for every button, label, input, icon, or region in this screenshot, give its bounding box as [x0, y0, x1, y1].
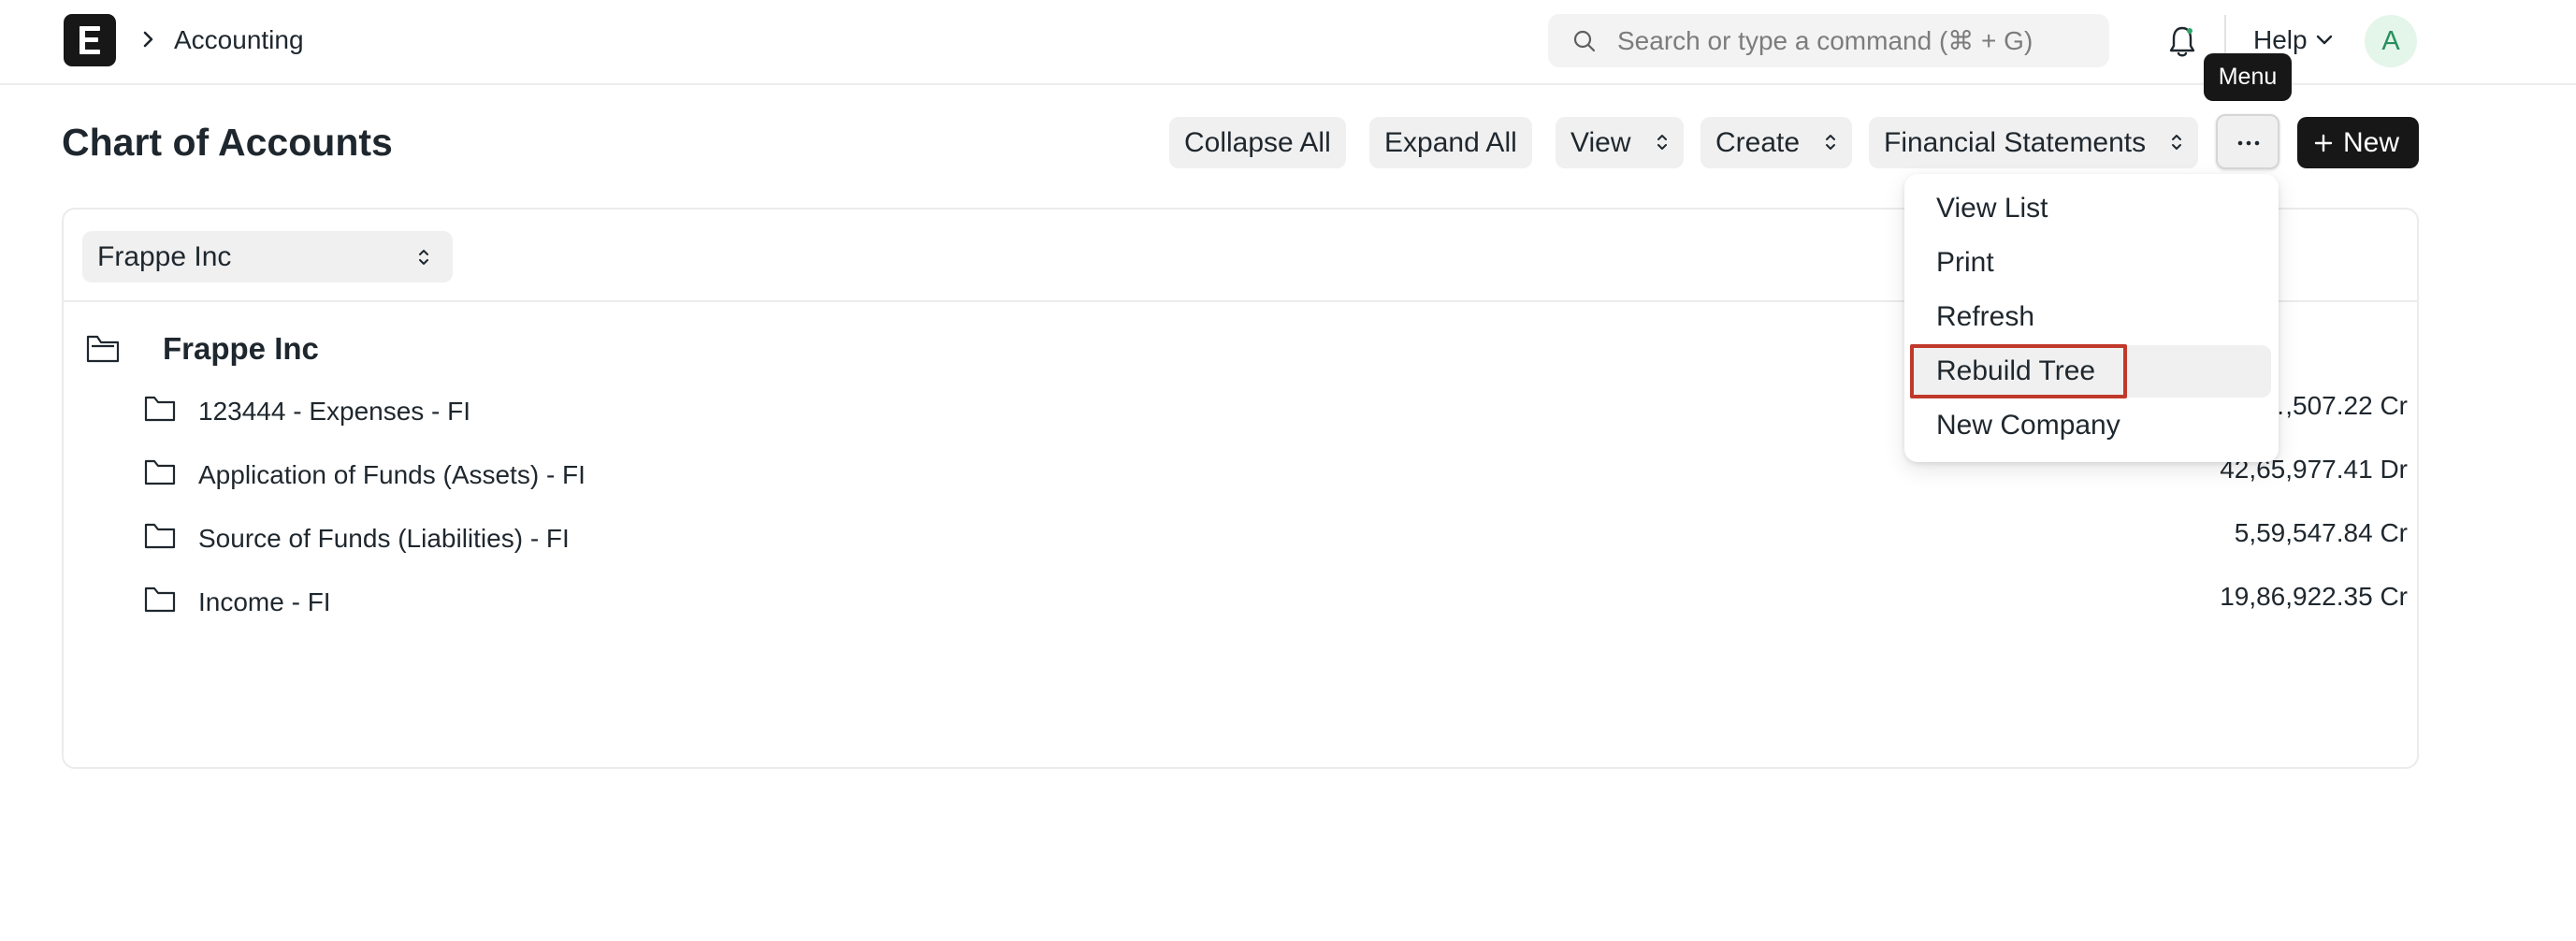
- tree-row-label: 123444 - Expenses - FI: [198, 397, 471, 426]
- app-logo-icon[interactable]: [64, 14, 116, 66]
- collapse-all-label: Collapse All: [1184, 127, 1331, 158]
- view-label: View: [1570, 127, 1631, 158]
- menu-tooltip: Menu: [2204, 53, 2292, 101]
- create-dropdown-button[interactable]: Create: [1700, 117, 1853, 168]
- company-select-value: Frappe Inc: [97, 241, 232, 272]
- tree-row-label: Application of Funds (Assets) - FI: [198, 460, 586, 489]
- create-label: Create: [1715, 127, 1801, 158]
- company-select[interactable]: Frappe Inc: [82, 231, 453, 282]
- page-title: Chart of Accounts: [62, 121, 393, 164]
- menu-item-new-company[interactable]: New Company: [1912, 399, 2271, 452]
- more-menu-button[interactable]: [2216, 114, 2279, 169]
- financial-statements-dropdown-button[interactable]: Financial Statements: [1869, 117, 2199, 168]
- folder-icon: [144, 459, 176, 485]
- menu-item-refresh[interactable]: Refresh: [1912, 291, 2271, 343]
- user-avatar[interactable]: A: [2365, 15, 2417, 67]
- new-button-label: New: [2343, 127, 2400, 158]
- menu-item-view-list[interactable]: View List: [1912, 182, 2271, 235]
- menu-item-rebuild-tree[interactable]: Rebuild Tree: [1910, 344, 2271, 398]
- search-input[interactable]: [1615, 14, 2092, 67]
- collapse-all-button[interactable]: Collapse All: [1169, 117, 1346, 168]
- tree-row-balance: 19,86,922.35 Cr: [2220, 582, 2408, 611]
- tree-row-label: Source of Funds (Liabilities) - FI: [198, 524, 570, 553]
- tree-row-balance: 5,59,547.84 Cr: [2234, 518, 2408, 547]
- sort-icon: [2172, 135, 2182, 151]
- menu-item-label: Print: [1936, 247, 1994, 278]
- sort-icon: [419, 250, 428, 265]
- sort-icon: [1657, 135, 1667, 151]
- menu-item-label: New Company: [1936, 410, 2120, 441]
- tree-row[interactable]: Application of Funds (Assets) - FI 42,65…: [144, 455, 2408, 499]
- menu-item-label: Refresh: [1936, 301, 2035, 332]
- folder-icon: [144, 396, 176, 422]
- tree-root-label: Frappe Inc: [163, 331, 319, 366]
- new-button[interactable]: New: [2297, 117, 2419, 168]
- tree-row-balance: …,507.22 Cr: [2259, 391, 2408, 420]
- tree-row-label: Income - FI: [198, 587, 331, 616]
- folder-icon: [144, 523, 176, 549]
- folder-open-icon: [86, 335, 120, 363]
- chevron-down-icon[interactable]: [2315, 34, 2334, 47]
- sort-icon: [1826, 135, 1836, 151]
- bell-icon[interactable]: [2166, 23, 2198, 59]
- search-bar[interactable]: [1548, 14, 2109, 67]
- navbar: Accounting Help A: [0, 0, 2576, 85]
- financial-statements-label: Financial Statements: [1884, 127, 2147, 158]
- tree-row[interactable]: Source of Funds (Liabilities) - FI 5,59,…: [144, 518, 2408, 563]
- tree-root-node[interactable]: Frappe Inc: [86, 327, 741, 374]
- more-horizontal-icon: [2237, 140, 2260, 146]
- expand-all-label: Expand All: [1384, 127, 1517, 158]
- search-icon: [1573, 30, 1596, 52]
- tree-row[interactable]: Income - FI 19,86,922.35 Cr: [144, 582, 2408, 627]
- highlight-outline: [1910, 344, 2127, 398]
- folder-icon: [144, 586, 176, 613]
- more-menu-dropdown: View List Print Refresh Rebuild Tree New…: [1904, 174, 2279, 462]
- plus-icon: [2314, 134, 2333, 152]
- chevron-right-icon: [143, 31, 153, 48]
- expand-all-button[interactable]: Expand All: [1369, 117, 1532, 168]
- menu-item-label: View List: [1936, 193, 2048, 224]
- breadcrumb-accounting[interactable]: Accounting: [174, 22, 304, 58]
- menu-item-print[interactable]: Print: [1912, 237, 2271, 289]
- view-dropdown-button[interactable]: View: [1556, 117, 1684, 168]
